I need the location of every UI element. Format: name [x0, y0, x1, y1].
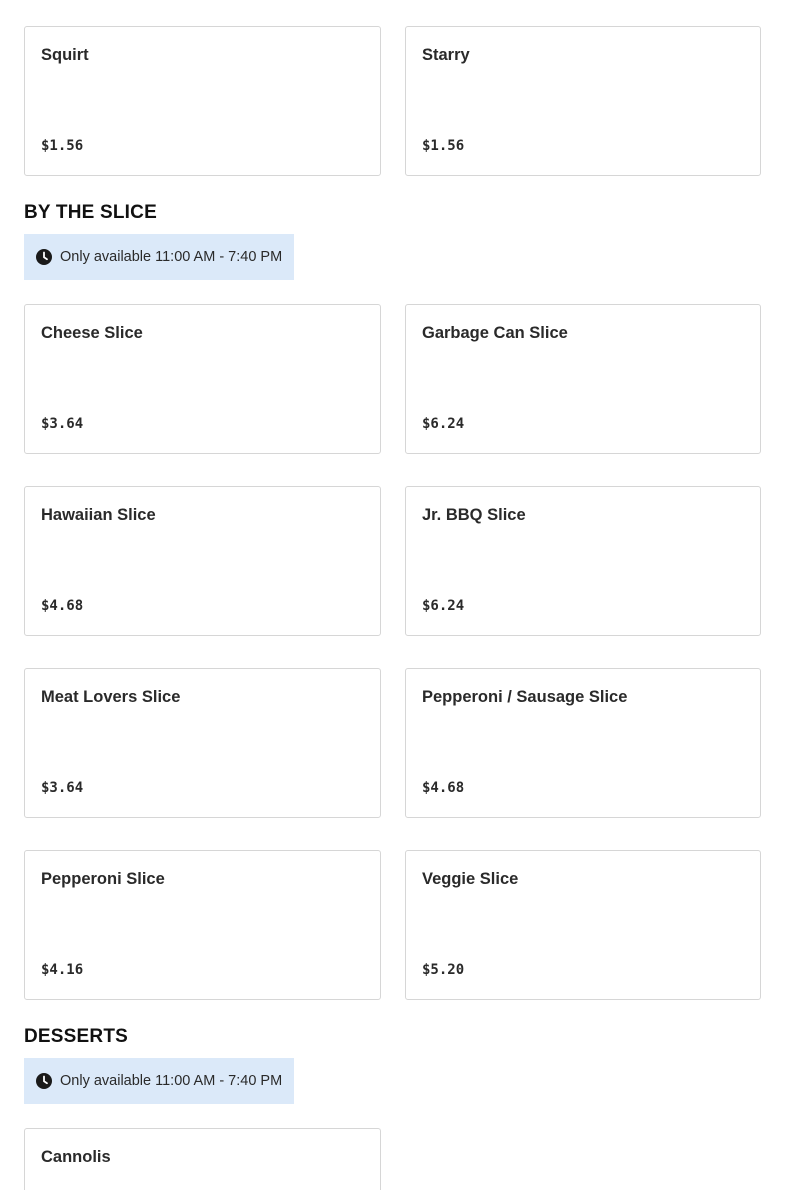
menu-item-name: Starry — [422, 46, 470, 64]
menu-item-card[interactable]: Starry $1.56 — [405, 26, 761, 176]
menu-item-price: $1.56 — [422, 138, 465, 154]
menu-item-price: $5.20 — [422, 962, 465, 978]
drinks-grid: Squirt $1.56 Starry $1.56 — [24, 26, 761, 176]
menu-item-price: $4.68 — [422, 780, 465, 796]
menu-item-price: $3.64 — [41, 416, 84, 432]
menu-item-card[interactable]: Hawaiian Slice $4.68 — [24, 486, 381, 636]
section-by-the-slice: BY THE SLICE Only available 11:00 AM - 7… — [24, 202, 761, 1000]
availability-banner: Only available 11:00 AM - 7:40 PM — [24, 1058, 295, 1104]
clock-icon — [36, 249, 52, 265]
menu-item-price: $6.24 — [422, 598, 465, 614]
menu-item-name: Cheese Slice — [41, 324, 143, 342]
menu-item-name: Meat Lovers Slice — [41, 688, 181, 706]
menu-item-price: $6.24 — [422, 416, 465, 432]
menu-item-name: Pepperoni / Sausage Slice — [422, 688, 628, 706]
section-desserts: DESSERTS Only available 11:00 AM - 7:40 … — [24, 1026, 761, 1190]
menu-item-name: Cannolis — [41, 1148, 111, 1166]
menu-item-card[interactable]: Cannolis — [24, 1128, 381, 1190]
section-title: DESSERTS — [24, 1026, 129, 1047]
menu-item-price: $4.16 — [41, 962, 84, 978]
menu-item-card[interactable]: Veggie Slice $5.20 — [405, 850, 761, 1000]
slice-items-grid: Cheese Slice $3.64 Garbage Can Slice $6.… — [24, 304, 761, 1000]
menu-item-name: Hawaiian Slice — [41, 506, 156, 524]
menu-item-card[interactable]: Pepperoni / Sausage Slice $4.68 — [405, 668, 761, 818]
menu-page: Squirt $1.56 Starry $1.56 BY THE SLICE O… — [0, 0, 785, 1190]
menu-item-price: $3.64 — [41, 780, 84, 796]
dessert-items-grid: Cannolis — [24, 1128, 761, 1190]
availability-text: Only available 11:00 AM - 7:40 PM — [60, 249, 283, 265]
menu-item-card[interactable]: Jr. BBQ Slice $6.24 — [405, 486, 761, 636]
menu-item-name: Veggie Slice — [422, 870, 519, 888]
menu-item-name: Pepperoni Slice — [41, 870, 165, 888]
menu-item-name: Jr. BBQ Slice — [422, 506, 526, 524]
menu-item-name: Squirt — [41, 46, 89, 64]
menu-item-card[interactable]: Cheese Slice $3.64 — [24, 304, 381, 454]
menu-item-name: Garbage Can Slice — [422, 324, 568, 342]
menu-item-price: $1.56 — [41, 138, 84, 154]
menu-item-card[interactable]: Garbage Can Slice $6.24 — [405, 304, 761, 454]
menu-item-card[interactable]: Pepperoni Slice $4.16 — [24, 850, 381, 1000]
availability-banner: Only available 11:00 AM - 7:40 PM — [24, 234, 295, 280]
menu-item-price: $4.68 — [41, 598, 84, 614]
availability-text: Only available 11:00 AM - 7:40 PM — [60, 1073, 283, 1089]
clock-icon — [36, 1073, 52, 1089]
section-title: BY THE SLICE — [24, 202, 157, 223]
menu-item-card[interactable]: Meat Lovers Slice $3.64 — [24, 668, 381, 818]
menu-item-card[interactable]: Squirt $1.56 — [24, 26, 381, 176]
